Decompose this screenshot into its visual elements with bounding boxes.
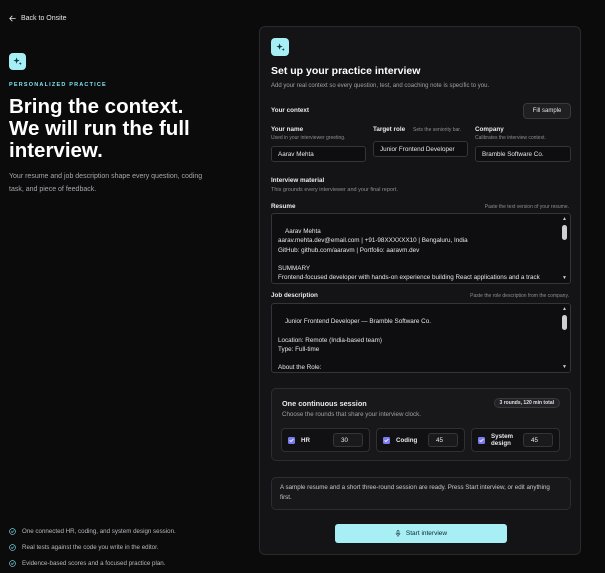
- sparkle-icon: [275, 42, 285, 51]
- fill-sample-button[interactable]: Fill sample: [523, 103, 571, 119]
- context-section-title: Your context: [271, 107, 310, 114]
- jd-label: Job description: [271, 292, 318, 299]
- jd-scrollbar[interactable]: ▲ ▼: [561, 306, 568, 370]
- round-coding[interactable]: Coding 45: [376, 428, 465, 452]
- setup-panel: Set up your practice interview Add your …: [259, 26, 581, 555]
- company-label: Company: [475, 126, 504, 133]
- check-icon: [384, 438, 389, 442]
- scroll-thumb[interactable]: [562, 225, 567, 240]
- resume-hint: Paste the text version of your resume.: [484, 204, 569, 210]
- round-system-design[interactable]: System design 45: [471, 428, 560, 452]
- round-label: System design: [491, 433, 514, 447]
- headline-line: We will run the full: [9, 117, 190, 140]
- scroll-thumb[interactable]: [562, 315, 567, 330]
- back-link-label: Back to Onsite: [21, 15, 67, 22]
- headline-line: Bring the context.: [9, 95, 184, 118]
- resume-text: Aarav Mehta aarav.mehta.dev@email.com | …: [278, 228, 540, 282]
- material-section-title: Interview material: [271, 177, 325, 184]
- feature-item: One connected HR, coding, and system des…: [9, 527, 176, 535]
- round-minutes-input[interactable]: 45: [523, 433, 553, 447]
- feature-item: Evidence-based scores and a focused prac…: [9, 559, 176, 567]
- round-label: HR: [301, 436, 310, 444]
- hero-headline: Bring the context. We will run the full …: [9, 96, 239, 162]
- scroll-up-icon[interactable]: ▲: [561, 306, 568, 312]
- back-link[interactable]: Back to Onsite: [9, 15, 67, 22]
- session-title: One continuous session: [282, 399, 367, 408]
- scroll-up-icon[interactable]: ▲: [561, 216, 568, 222]
- session-subtitle: Choose the rounds that share your interv…: [282, 411, 421, 418]
- feature-label: Evidence-based scores and a focused prac…: [22, 559, 166, 567]
- check-circle-icon: [9, 559, 16, 567]
- name-label: Your name: [271, 126, 304, 133]
- headline-line: interview.: [9, 139, 103, 162]
- feature-label: Real tests against the code you write in…: [22, 543, 159, 551]
- scroll-down-icon[interactable]: ▼: [561, 364, 568, 370]
- panel-title: Set up your practice interview: [271, 65, 421, 77]
- check-circle-icon: [9, 527, 16, 535]
- jd-textarea[interactable]: Junior Frontend Developer — Bramble Soft…: [271, 303, 571, 373]
- sample-notice: A sample resume and a short three-round …: [271, 477, 571, 510]
- session-total-badge: 3 rounds, 120 min total: [493, 398, 560, 408]
- sparkle-icon: [13, 57, 22, 66]
- material-section-subtitle: This grounds every interviewer and your …: [271, 187, 398, 193]
- round-minutes-input[interactable]: 45: [428, 433, 458, 447]
- company-hint: Calibrates the interview context.: [475, 135, 546, 141]
- session-card: One continuous session Choose the rounds…: [271, 388, 571, 461]
- round-checkbox[interactable]: [478, 436, 485, 444]
- check-icon: [289, 438, 294, 442]
- panel-subtitle: Add your real context so every question,…: [271, 83, 490, 89]
- hero-lead: Your resume and job description shape ev…: [9, 173, 203, 193]
- name-input[interactable]: Aarav Mehta: [271, 146, 366, 162]
- resume-label: Resume: [271, 203, 296, 210]
- brand-logo: [9, 53, 26, 70]
- check-circle-icon: [9, 543, 16, 551]
- jd-text: Junior Frontend Developer — Bramble Soft…: [278, 318, 431, 372]
- role-label: Target role: [373, 126, 406, 133]
- feature-label: One connected HR, coding, and system des…: [22, 527, 176, 535]
- microphone-icon: [395, 530, 401, 537]
- eyebrow-label: PERSONALIZED PRACTICE: [9, 82, 107, 88]
- jd-hint: Paste the role description from the comp…: [470, 293, 569, 299]
- company-input[interactable]: Bramble Software Co.: [475, 146, 571, 162]
- round-checkbox[interactable]: [288, 436, 295, 444]
- round-label: Coding: [396, 436, 418, 444]
- round-minutes-input[interactable]: 30: [333, 433, 363, 447]
- check-icon: [479, 438, 484, 442]
- role-hint: Sets the seniority bar.: [413, 127, 462, 133]
- start-interview-button[interactable]: Start interview: [335, 524, 507, 543]
- role-input[interactable]: Junior Frontend Developer: [373, 141, 468, 157]
- panel-logo: [271, 38, 289, 56]
- scroll-down-icon[interactable]: ▼: [561, 275, 568, 281]
- feature-list: One connected HR, coding, and system des…: [9, 527, 176, 573]
- name-hint: Used in your interviewer greeting.: [271, 135, 346, 141]
- round-checkbox[interactable]: [383, 436, 390, 444]
- resume-scrollbar[interactable]: ▲ ▼: [561, 216, 568, 281]
- round-hr[interactable]: HR 30: [281, 428, 370, 452]
- resume-textarea[interactable]: Aarav Mehta aarav.mehta.dev@email.com | …: [271, 213, 571, 284]
- feature-item: Real tests against the code you write in…: [9, 543, 176, 551]
- start-interview-label: Start interview: [405, 530, 448, 537]
- arrow-left-icon: [9, 15, 16, 22]
